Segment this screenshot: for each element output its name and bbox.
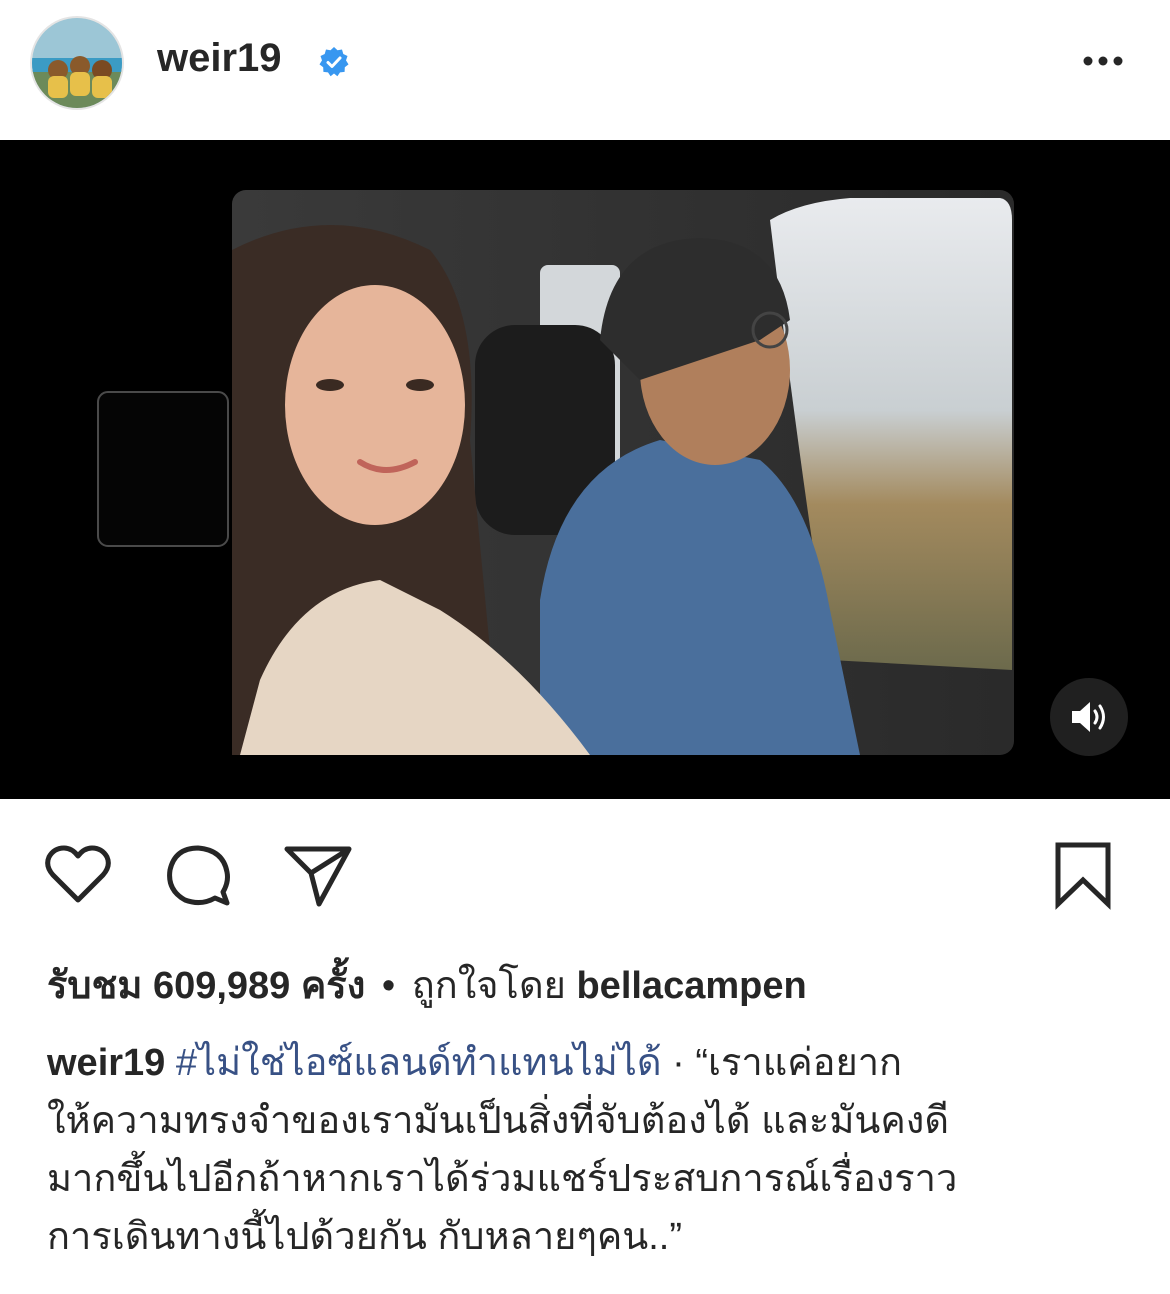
more-options-icon[interactable] [1078,44,1128,78]
views-count[interactable]: 609,989 [153,965,290,1007]
user-avatar[interactable] [30,16,124,110]
caption-line-3: มากขึ้นไปอีกถ้าหากเราได้ร่วมแชร์ประสบการ… [47,1158,958,1200]
caption-line-4: การเดินทางนี้ไปด้วยกัน กับหลายๆคน..” [47,1216,683,1258]
comment-button[interactable] [163,840,233,910]
caption-username[interactable]: weir19 [47,1042,165,1084]
views-and-likes: รับชม 609,989 ครั้ง • ถูกใจโดย bellacamp… [47,954,807,1015]
views-separator: • [381,965,396,1007]
caption-line1-text: “เราแค่อยาก [695,1042,903,1084]
share-button[interactable] [283,840,353,910]
caption-separator: · [672,1042,685,1084]
verified-badge-icon [319,47,349,77]
views-prefix: รับชม [47,965,143,1007]
caption-line-1: weir19 #ไม่ใช่ไอซ์แลนด์ทำแทนไม่ได้ · “เร… [47,1034,1127,1092]
bookmark-icon [1055,842,1111,910]
comment-icon [167,845,230,906]
post-username[interactable]: weir19 [157,36,282,81]
avatar-dogs-image [32,18,122,108]
caption-line-2: ให้ความทรงจำของเรามันเป็นสิ่งที่จับต้องไ… [47,1100,950,1142]
sound-toggle-button[interactable] [1050,678,1128,756]
liked-by-prefix: ถูกใจโดย [411,965,566,1007]
speaker-icon [1072,702,1105,732]
video-frame-image [0,140,1170,799]
views-suffix: ครั้ง [300,965,366,1007]
heart-icon [45,845,111,903]
post-header: weir19 [0,0,1170,140]
post-caption: weir19 #ไม่ใช่ไอซ์แลนด์ทำแทนไม่ได้ · “เร… [47,1034,1127,1266]
post-actions [0,800,1170,940]
caption-hashtag[interactable]: #ไม่ใช่ไอซ์แลนด์ทำแทนไม่ได้ [176,1042,662,1084]
paper-plane-icon [284,846,352,907]
like-button[interactable] [43,840,113,910]
post-video[interactable] [0,140,1170,799]
save-button[interactable] [1048,840,1118,910]
liked-by-user[interactable]: bellacampen [576,965,806,1007]
